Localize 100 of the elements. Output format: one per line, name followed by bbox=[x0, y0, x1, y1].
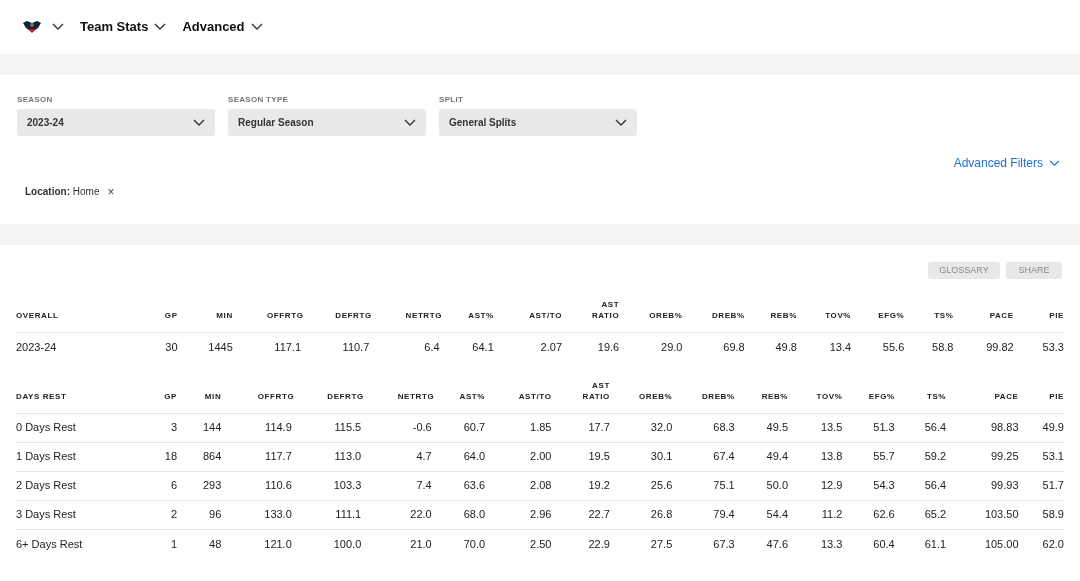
table-cell: 99.25 bbox=[991, 450, 1019, 463]
table-cell: 53.3 bbox=[1042, 341, 1064, 353]
chevron-down-icon bbox=[1049, 159, 1060, 167]
table-cell: 54.3 bbox=[873, 479, 895, 492]
table-cell: 117.1 bbox=[274, 341, 302, 353]
dropdown[interactable]: 2023-24 bbox=[17, 109, 215, 136]
table-cell: 70.0 bbox=[463, 537, 486, 550]
filter-label: SEASON TYPE bbox=[228, 95, 290, 104]
column-header[interactable]: REB% bbox=[761, 390, 789, 402]
table-cell: 64.1 bbox=[472, 341, 494, 353]
table-cell: 30.1 bbox=[650, 450, 673, 463]
table-cell: 55.7 bbox=[873, 450, 895, 463]
column-header[interactable]: AST/TO bbox=[518, 390, 552, 402]
column-header[interactable]: TOV% bbox=[825, 310, 852, 321]
nav-menu[interactable]: Advanced bbox=[182, 17, 263, 37]
column-header[interactable]: DAYS REST bbox=[16, 390, 67, 402]
advanced-filters-link[interactable]: Advanced Filters bbox=[953, 154, 1060, 172]
table-cell: 2.08 bbox=[530, 479, 552, 492]
table-cell: 19.2 bbox=[588, 479, 610, 492]
table-cell: 99.93 bbox=[991, 479, 1019, 492]
table-cell: 55.6 bbox=[882, 341, 905, 353]
table-cell: 49.8 bbox=[775, 341, 797, 353]
table-cell: 67.4 bbox=[713, 450, 735, 463]
table-cell: 100.0 bbox=[333, 537, 362, 550]
column-header[interactable]: MIN bbox=[216, 310, 233, 321]
column-header[interactable]: DEFRTG bbox=[327, 390, 362, 402]
table-cell: 68.0 bbox=[463, 508, 486, 521]
row-label: 3 Days Rest bbox=[16, 508, 76, 521]
table-cell: 50.0 bbox=[766, 479, 789, 492]
filter-label: SPLIT bbox=[439, 95, 465, 104]
table-cell: 54.4 bbox=[766, 508, 789, 521]
table-cell: 12.9 bbox=[820, 479, 843, 492]
table-cell: 22.7 bbox=[588, 508, 610, 521]
team-logo-icon[interactable] bbox=[22, 20, 42, 34]
column-header[interactable]: EFG% bbox=[868, 390, 895, 402]
table-cell: -0.6 bbox=[412, 421, 432, 434]
column-header[interactable]: OVERALL bbox=[16, 310, 59, 321]
table-cell: 110.6 bbox=[265, 479, 292, 492]
column-header[interactable]: AST% bbox=[468, 310, 494, 321]
table-cell: 19.6 bbox=[597, 341, 620, 353]
column-header[interactable]: DREB% bbox=[701, 390, 735, 402]
filter-tag: Location: Home bbox=[25, 184, 100, 199]
column-header[interactable]: REB% bbox=[770, 310, 797, 321]
table-cell: 1 bbox=[170, 537, 178, 550]
table-cell: 75.1 bbox=[713, 479, 735, 492]
column-header[interactable]: NETRTG bbox=[405, 310, 440, 321]
table-cell: 53.1 bbox=[1042, 450, 1064, 463]
table-cell: 115.5 bbox=[334, 421, 362, 434]
column-header[interactable]: AST RATIO bbox=[585, 299, 620, 321]
column-header[interactable]: PIE bbox=[1049, 390, 1064, 402]
table-cell: 2.07 bbox=[540, 341, 562, 353]
table-cell: 13.5 bbox=[820, 421, 843, 434]
column-header[interactable]: OREB% bbox=[639, 390, 673, 402]
table-cell: 2.00 bbox=[530, 450, 552, 463]
table-cell: 2 bbox=[170, 508, 178, 521]
table-cell: 105.00 bbox=[984, 537, 1019, 550]
row-label: 2 Days Rest bbox=[16, 479, 76, 492]
column-header[interactable]: AST RATIO bbox=[575, 379, 610, 402]
column-header[interactable]: OREB% bbox=[649, 310, 683, 321]
dropdown[interactable]: Regular Season bbox=[228, 109, 426, 136]
chevron-down-icon[interactable] bbox=[52, 23, 64, 31]
chevron-down-icon bbox=[404, 118, 416, 127]
column-header[interactable]: OFFRTG bbox=[257, 390, 292, 402]
dropdown[interactable]: General Splits bbox=[439, 109, 637, 136]
chevron-down-icon bbox=[154, 23, 167, 31]
table-cell: 47.6 bbox=[766, 537, 789, 550]
table-cell: 22.0 bbox=[410, 508, 432, 521]
remove-filter-button[interactable]: × bbox=[107, 185, 115, 198]
column-header[interactable]: PACE bbox=[989, 310, 1014, 321]
table-cell: 13.3 bbox=[820, 537, 843, 550]
column-header[interactable]: DEFRTG bbox=[335, 310, 370, 321]
table-cell: 293 bbox=[202, 479, 222, 492]
table-cell: 67.3 bbox=[713, 537, 735, 550]
table-cell: 110.7 bbox=[342, 341, 370, 353]
column-header[interactable]: MIN bbox=[204, 390, 222, 402]
filter-label: SEASON bbox=[17, 95, 54, 104]
column-header[interactable]: GP bbox=[164, 310, 178, 321]
column-header[interactable]: PIE bbox=[1049, 310, 1064, 321]
column-header[interactable]: AST% bbox=[459, 390, 486, 402]
table-cell: 21.0 bbox=[410, 537, 432, 550]
table-cell: 17.7 bbox=[588, 421, 610, 434]
table-cell: 2.96 bbox=[530, 508, 552, 521]
row-label: 6+ Days Rest bbox=[16, 537, 83, 550]
column-header[interactable]: TS% bbox=[926, 390, 947, 402]
column-header[interactable]: GP bbox=[164, 390, 178, 402]
table-cell: 6.4 bbox=[424, 341, 440, 353]
column-header[interactable]: PACE bbox=[994, 390, 1019, 402]
column-header[interactable]: AST/TO bbox=[529, 310, 562, 321]
column-header[interactable]: OFFRTG bbox=[267, 310, 302, 321]
column-header[interactable]: TS% bbox=[934, 310, 954, 321]
table-cell: 117.7 bbox=[265, 450, 292, 463]
row-label: 1 Days Rest bbox=[16, 450, 76, 463]
chevron-down-icon bbox=[193, 118, 205, 127]
column-header[interactable]: EFG% bbox=[878, 310, 905, 321]
nav-menu[interactable]: Team Stats bbox=[80, 17, 167, 37]
table-cell: 26.8 bbox=[650, 508, 673, 521]
column-header[interactable]: NETRTG bbox=[397, 390, 432, 402]
column-header[interactable]: TOV% bbox=[816, 390, 843, 402]
column-header[interactable]: DREB% bbox=[711, 310, 745, 321]
table-cell: 62.6 bbox=[873, 508, 895, 521]
